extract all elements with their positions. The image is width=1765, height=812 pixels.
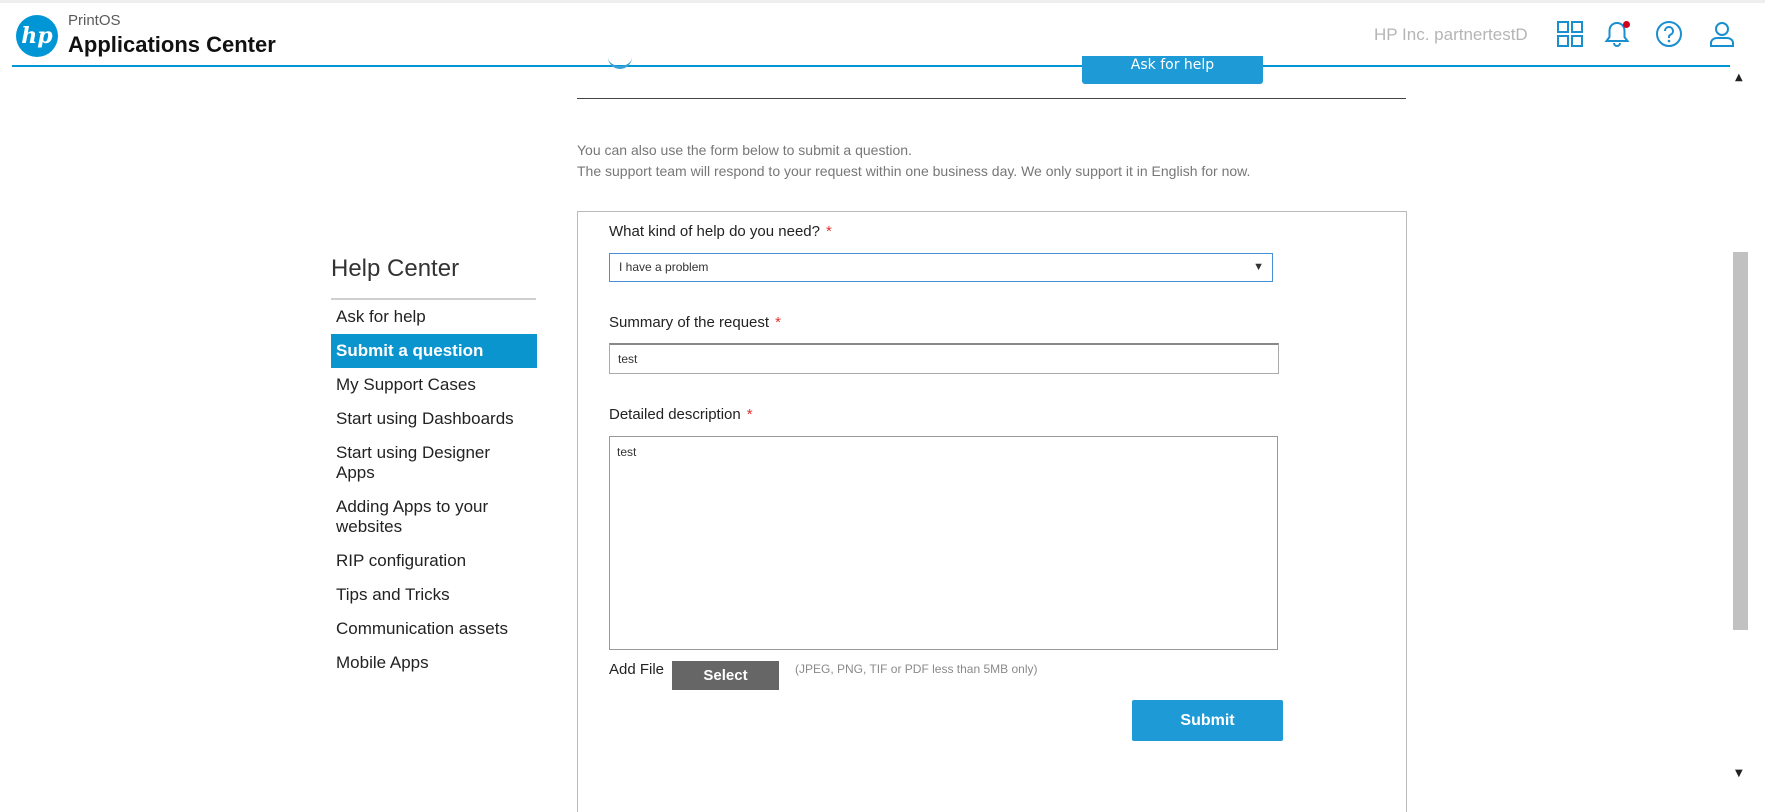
bell-icon[interactable] (1602, 19, 1632, 49)
header-underline (12, 65, 1730, 67)
app-header: hp PrintOS Applications Center HP Inc. p… (0, 0, 1765, 67)
description-textarea[interactable]: test (609, 436, 1278, 650)
summary-input[interactable]: test (609, 343, 1279, 374)
description-label-text: Detailed description (609, 406, 741, 423)
sidebar-item-mobile-apps[interactable]: Mobile Apps (331, 646, 537, 680)
add-file-label: Add File (609, 661, 665, 678)
dropdown-arrow-icon: ▼ (1253, 261, 1264, 273)
sidebar-item-communication-assets[interactable]: Communication assets (331, 612, 537, 646)
sidebar-nav: Ask for help Submit a question My Suppor… (331, 300, 537, 680)
help-type-label: What kind of help do you need? * (609, 223, 832, 240)
account-name[interactable]: HP Inc. partnertestD (1374, 25, 1528, 45)
notification-dot (1623, 21, 1630, 28)
help-type-label-text: What kind of help do you need? (609, 223, 820, 240)
select-file-button[interactable]: Select (672, 661, 779, 690)
user-icon[interactable] (1707, 19, 1737, 49)
help-type-select[interactable]: I have a problem ▼ (609, 253, 1273, 282)
required-marker: * (825, 223, 832, 240)
sidebar-item-rip-configuration[interactable]: RIP configuration (331, 544, 537, 578)
scroll-up-arrow-icon[interactable]: ▲ (1735, 72, 1743, 83)
section-divider (577, 98, 1406, 99)
sidebar-title: Help Center (331, 255, 460, 282)
sidebar-item-start-using-dashboards[interactable]: Start using Dashboards (331, 402, 537, 436)
sidebar-item-tips-and-tricks[interactable]: Tips and Tricks (331, 578, 537, 612)
file-type-hint: (JPEG, PNG, TIF or PDF less than 5MB onl… (795, 662, 1038, 676)
scrollbar-thumb[interactable] (1733, 252, 1748, 630)
brand-subtitle: PrintOS (68, 12, 121, 29)
intro-line-1: You can also use the form below to submi… (577, 142, 912, 158)
required-marker: * (775, 314, 781, 331)
sidebar-item-ask-for-help[interactable]: Ask for help (331, 300, 537, 334)
ask-for-help-button[interactable]: Ask for help (1082, 56, 1263, 84)
description-label: Detailed description * (609, 406, 753, 423)
hp-logo[interactable]: hp (16, 15, 58, 57)
sidebar-item-adding-apps[interactable]: Adding Apps to your websites (331, 490, 537, 544)
sidebar-item-submit-a-question[interactable]: Submit a question (331, 334, 537, 368)
summary-label: Summary of the request * (609, 314, 781, 331)
intro-line-2: The support team will respond to your re… (577, 163, 1251, 179)
sidebar-item-my-support-cases[interactable]: My Support Cases (331, 368, 537, 402)
scroll-down-arrow-icon[interactable]: ▼ (1735, 768, 1743, 779)
help-icon[interactable] (1654, 19, 1684, 49)
submit-button[interactable]: Submit (1132, 700, 1283, 741)
app-title: Applications Center (68, 32, 276, 57)
form-intro: You can also use the form below to submi… (577, 140, 1250, 182)
required-marker: * (746, 406, 753, 423)
help-type-value: I have a problem (619, 260, 709, 274)
sidebar-item-start-using-designer-apps[interactable]: Start using Designer Apps (331, 436, 537, 490)
summary-label-text: Summary of the request (609, 314, 770, 331)
apps-grid-icon[interactable] (1555, 19, 1585, 49)
